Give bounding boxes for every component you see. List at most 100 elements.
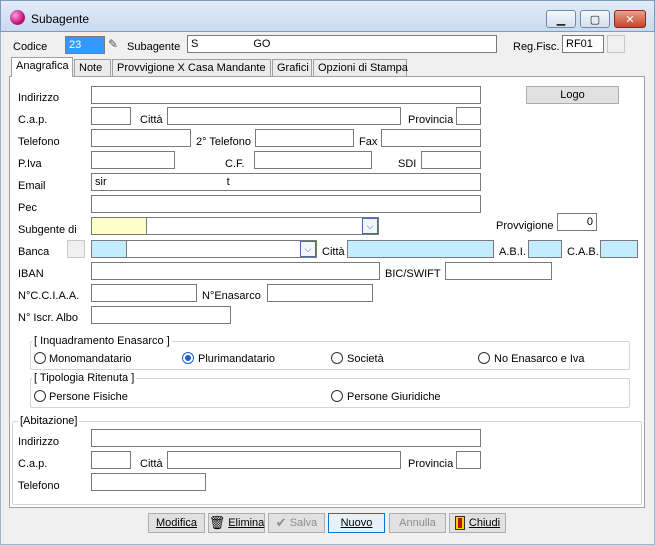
provvigione-field[interactable]: 0 — [557, 213, 597, 231]
chiudi-button[interactable]: Chiudi — [449, 513, 506, 533]
check-icon: ✔ — [275, 515, 287, 530]
bic-field[interactable] — [445, 262, 552, 280]
app-icon — [10, 10, 25, 25]
elimina-button[interactable]: 🗑 Elimina — [208, 513, 265, 533]
abit-indirizzo-field[interactable] — [91, 429, 481, 447]
tab-opzioni-stampa[interactable]: Opzioni di Stampa — [313, 59, 408, 76]
banca-code[interactable] — [91, 240, 127, 258]
cf-label: C.F. — [225, 158, 245, 170]
banca-combo[interactable]: ⌵ — [126, 240, 317, 258]
no-enasarco-label: No Enasarco e Iva — [494, 353, 585, 365]
radio-monomandatario[interactable] — [34, 352, 46, 364]
piva-label: P.Iva — [18, 158, 42, 170]
cciaa-field[interactable] — [91, 284, 197, 302]
maximize-button[interactable]: ▢ — [580, 10, 610, 28]
abit-telefono-field[interactable] — [91, 473, 206, 491]
persone-giuridiche-label: Persone Giuridiche — [347, 391, 441, 403]
persone-fisiche-label: Persone Fisiche — [49, 391, 128, 403]
codice-label: Codice — [13, 41, 48, 53]
minimize-button[interactable]: ▁ — [546, 10, 576, 28]
abi-label: A.B.I. — [499, 246, 526, 258]
radio-plurimandatario[interactable] — [182, 352, 194, 364]
annulla-button[interactable]: Annulla — [389, 513, 446, 533]
lookup-icon[interactable]: ✎ — [108, 37, 122, 51]
chevron-down-icon[interactable]: ⌵ — [362, 218, 378, 234]
cap-label: C.a.p. — [18, 114, 48, 126]
tab-provvigione[interactable]: Provvigione X Casa Mandante — [112, 59, 271, 76]
pec-label: Pec — [18, 202, 37, 214]
logo-button[interactable]: Logo — [526, 86, 619, 104]
exit-door-icon — [454, 516, 465, 530]
iban-field[interactable] — [91, 262, 380, 280]
tab-note[interactable]: Note — [74, 59, 111, 76]
piva-field[interactable] — [91, 151, 175, 169]
chiudi-label: Chiudi — [468, 517, 501, 529]
email-field[interactable]: sir t — [91, 173, 481, 191]
abit-provincia-field[interactable] — [456, 451, 481, 469]
window-title: Subagente — [31, 12, 90, 26]
inquadramento-title: [ Inquadramento Enasarco ] — [32, 335, 172, 347]
abit-provincia-label: Provincia — [408, 458, 454, 470]
close-button[interactable]: ✕ — [614, 10, 646, 28]
email-value-start: sir — [95, 176, 107, 188]
provincia-label: Provincia — [408, 114, 454, 126]
chevron-down-icon[interactable]: ⌵ — [300, 241, 316, 257]
telefono-label: Telefono — [18, 136, 60, 148]
enasarco-label: N°Enasarco — [202, 290, 261, 302]
abit-telefono-label: Telefono — [18, 480, 60, 492]
citta-label: Città — [140, 114, 163, 126]
citta-field[interactable] — [167, 107, 401, 125]
iban-label: IBAN — [18, 268, 44, 280]
subagente-field[interactable]: S GO — [187, 35, 497, 53]
salva-button[interactable]: ✔ Salva — [268, 513, 325, 533]
tab-grafici[interactable]: Grafici — [272, 59, 312, 76]
cf-field[interactable] — [254, 151, 372, 169]
cab-field[interactable] — [600, 240, 638, 258]
enasarco-field[interactable] — [267, 284, 373, 302]
email-value-end: t — [226, 176, 230, 188]
subgente-di-code[interactable] — [91, 217, 147, 235]
provincia-field[interactable] — [456, 107, 481, 125]
radio-persone-fisiche[interactable] — [34, 390, 46, 402]
banca-lookup[interactable] — [67, 240, 85, 258]
abit-cap-label: C.a.p. — [18, 458, 48, 470]
abitazione-title: [Abitazione] — [18, 415, 80, 427]
cab-label: C.A.B. — [567, 246, 599, 258]
indirizzo-field[interactable] — [91, 86, 481, 104]
citta-banca-label: Città — [322, 246, 345, 258]
pec-field[interactable] — [91, 195, 481, 213]
abit-citta-field[interactable] — [167, 451, 401, 469]
abit-citta-label: Città — [140, 458, 163, 470]
telefono-field[interactable] — [91, 129, 191, 147]
sdi-field[interactable] — [421, 151, 481, 169]
bic-label: BIC/SWIFT — [385, 268, 441, 280]
modifica-button[interactable]: Modifica — [148, 513, 205, 533]
abit-cap-field[interactable] — [91, 451, 131, 469]
fax-field[interactable] — [381, 129, 481, 147]
radio-societa[interactable] — [331, 352, 343, 364]
codice-field[interactable]: 23 — [65, 36, 105, 54]
regfisc-label: Reg.Fisc. — [513, 41, 560, 53]
radio-no-enasarco[interactable] — [478, 352, 490, 364]
societa-label: Società — [347, 353, 384, 365]
iscr-albo-field[interactable] — [91, 306, 231, 324]
salva-label: Salva — [289, 517, 318, 529]
regfisc-field[interactable]: RF01 — [562, 35, 604, 53]
telefono2-field[interactable] — [255, 129, 354, 147]
radio-persone-giuridiche[interactable] — [331, 390, 343, 402]
provvigione-label: Provvigione — [496, 220, 554, 232]
subagente-value-start: S — [191, 38, 199, 50]
regfisc-lookup[interactable] — [607, 35, 625, 53]
annulla-label: Annulla — [399, 517, 436, 529]
iscr-albo-label: N° Iscr. Albo — [18, 312, 79, 324]
citta-banca-field[interactable] — [347, 240, 494, 258]
cap-field[interactable] — [91, 107, 131, 125]
nuovo-button[interactable]: Nuovo — [328, 513, 385, 533]
tab-anagrafica[interactable]: Anagrafica — [11, 57, 73, 77]
elimina-label: Elimina — [228, 517, 265, 529]
subgente-di-combo[interactable]: ⌵ — [146, 217, 379, 235]
subagente-value-end: GO — [253, 38, 271, 50]
nuovo-label: Nuovo — [340, 517, 373, 529]
abi-field[interactable] — [528, 240, 562, 258]
cciaa-label: N°C.C.I.A.A. — [18, 290, 80, 302]
